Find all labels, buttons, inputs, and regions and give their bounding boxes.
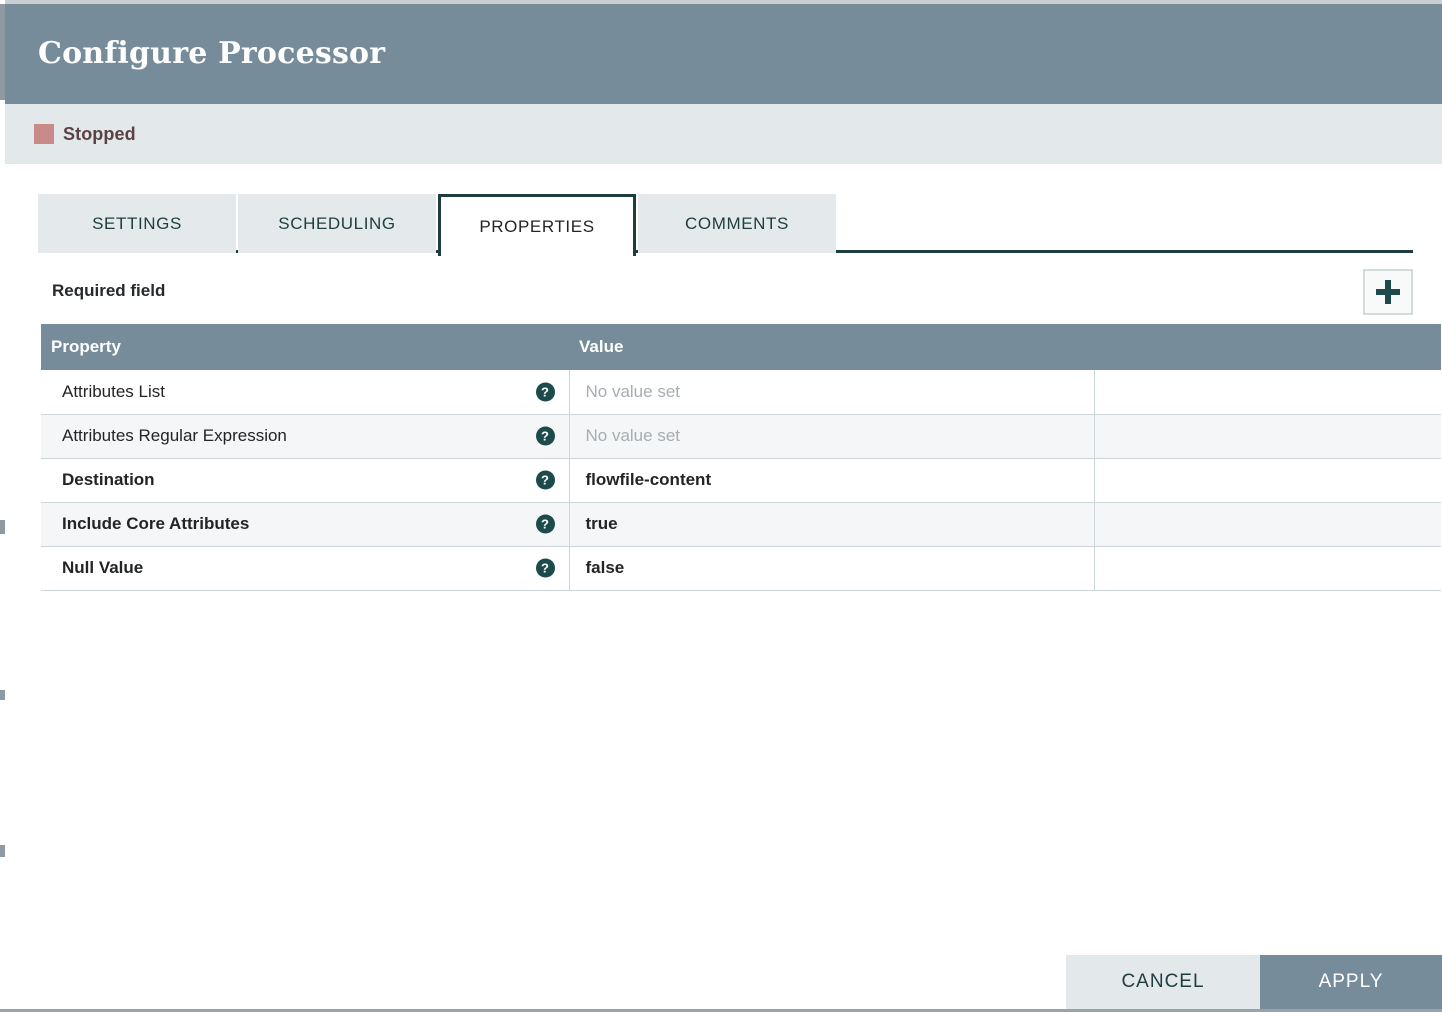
properties-table-head: Property Value [41,324,1441,370]
tab-properties[interactable]: PROPERTIES [438,194,636,256]
status-label: Stopped [63,123,136,144]
help-icon[interactable]: ? [535,426,555,446]
tab-scheduling[interactable]: SCHEDULING [238,194,436,253]
table-row[interactable]: Attributes Regular Expression ? No value… [41,414,1441,459]
properties-table-body: Attributes List ? No value set Attribute… [41,370,1441,591]
property-name-cell: Attributes List ? [41,370,570,415]
property-value: flowfile-content [585,470,712,489]
property-name-cell: Attributes Regular Expression ? [41,414,570,459]
required-field-label: Required field [52,281,166,300]
column-header-actions [1094,324,1441,370]
table-row[interactable]: Attributes List ? No value set [41,370,1441,415]
properties-table: Property Value Attributes List ? No valu… [41,324,1441,591]
column-header-value: Value [569,324,1094,370]
property-name: Null Value [62,558,144,577]
dialog-header: Configure Processor [5,4,1442,104]
property-name-cell: Destination ? [41,458,570,503]
tab-settings[interactable]: SETTINGS [38,194,236,253]
property-value: false [585,558,625,577]
property-actions-cell [1094,502,1441,547]
property-name: Destination [62,470,155,489]
processor-status-bar: Stopped [5,104,1442,164]
property-name-cell: Include Core Attributes ? [41,502,570,547]
property-actions-cell [1094,546,1441,591]
tab-strip: SETTINGS SCHEDULING PROPERTIES COMMENTS [38,191,1413,256]
properties-toolbar: Required field [38,269,1413,317]
tab-scheduling-label: SCHEDULING [278,213,396,233]
property-name-cell: Null Value ? [41,546,570,591]
property-value-cell[interactable]: flowfile-content [569,458,1095,503]
add-property-button[interactable] [1363,269,1413,315]
property-value-cell[interactable]: false [569,546,1095,591]
property-actions-cell [1094,370,1441,415]
property-value: No value set [585,426,681,445]
dialog-footer: CANCEL APPLY [1066,955,1442,1009]
tab-comments-label: COMMENTS [685,213,789,233]
property-value-cell[interactable]: No value set [569,370,1095,415]
table-row[interactable]: Destination ? flowfile-content [41,458,1441,503]
property-value: true [585,514,618,533]
tab-comments[interactable]: COMMENTS [638,194,836,253]
status-indicator-icon [34,124,54,144]
table-row[interactable]: Null Value ? false [41,546,1441,591]
help-icon[interactable]: ? [535,470,555,490]
plus-icon [1376,289,1400,295]
property-value-cell[interactable]: true [569,502,1095,547]
help-icon[interactable]: ? [535,514,555,534]
tab-list: SETTINGS SCHEDULING PROPERTIES COMMENTS [38,194,838,256]
property-value-cell[interactable]: No value set [569,414,1095,459]
dialog-title: Configure Processor [38,36,386,71]
property-name: Include Core Attributes [62,514,250,533]
cancel-button[interactable]: CANCEL [1066,955,1260,1009]
property-name: Attributes Regular Expression [62,426,287,445]
table-header-row: Property Value [41,324,1441,370]
apply-button[interactable]: APPLY [1260,955,1442,1009]
tab-properties-label: PROPERTIES [479,216,595,236]
column-header-property: Property [41,324,569,370]
tab-settings-label: SETTINGS [92,213,182,233]
property-value: No value set [585,381,681,401]
property-name: Attributes List [62,381,165,401]
table-row[interactable]: Include Core Attributes ? true [41,502,1441,547]
dialog-body: SETTINGS SCHEDULING PROPERTIES COMMENTS … [5,164,1442,1009]
help-icon[interactable]: ? [535,382,555,402]
property-actions-cell [1094,414,1441,459]
configure-processor-dialog: Configure Processor Stopped SETTINGS SCH… [5,4,1442,1009]
property-actions-cell [1094,458,1441,503]
help-icon[interactable]: ? [535,558,555,578]
